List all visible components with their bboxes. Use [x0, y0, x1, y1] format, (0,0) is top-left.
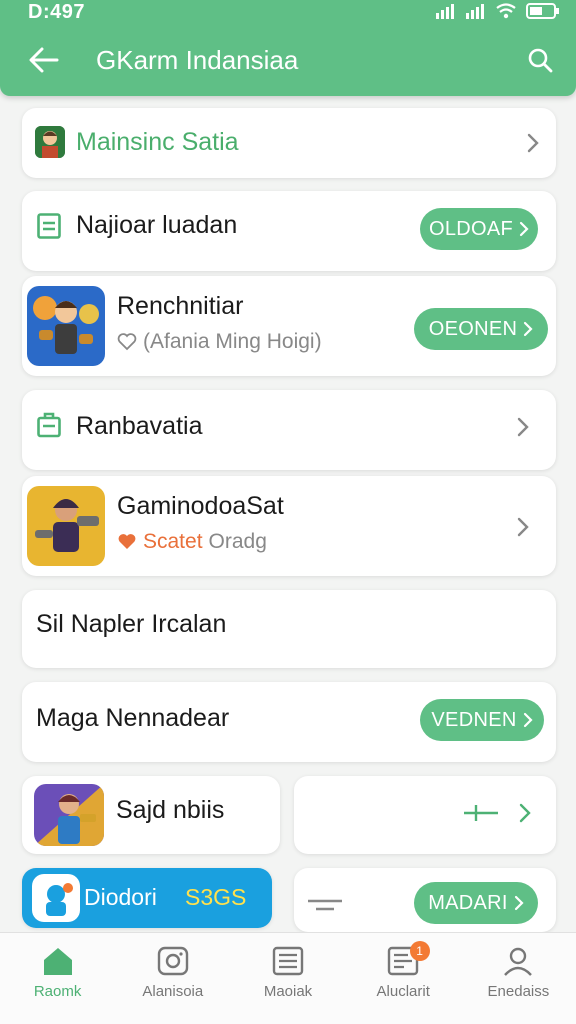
row-subtitle: (Afania Ming Hoigi): [117, 330, 322, 354]
heart-icon: [118, 534, 136, 549]
nav-label: Raomk: [33, 983, 82, 1000]
arrow-left-icon: [29, 47, 59, 73]
app-header: D:497 GKarm Indansiaa: [0, 0, 576, 96]
list-item[interactable]: Maga Nennadear VEDNEN: [22, 682, 556, 762]
row-label: Sil Napler Ircalan: [36, 610, 227, 638]
row-label: Renchnitiar: [117, 292, 244, 320]
nav-label: Alanisoia: [142, 983, 204, 1000]
chevron-right-icon: [523, 712, 533, 728]
profile-icon: [504, 947, 533, 976]
page-title: GKarm Indansiaa: [96, 45, 299, 75]
list-icon: [272, 946, 304, 976]
nav-item-list[interactable]: Maoiak: [230, 933, 345, 1024]
list-item[interactable]: [294, 776, 556, 854]
row-label: Sajd nbiis: [116, 796, 225, 824]
game-thumbnail: [34, 784, 104, 846]
game-thumbnail: [27, 486, 105, 566]
row-action-button[interactable]: VEDNEN: [420, 699, 544, 741]
subtitle-text: Oradg: [208, 530, 267, 553]
promo-label: Diodori: [84, 884, 157, 910]
chevron-right-icon[interactable]: [514, 414, 532, 440]
back-button[interactable]: [22, 42, 66, 78]
list-item[interactable]: Sajd nbiis: [22, 776, 280, 854]
nav-label: Aluclarit: [376, 983, 430, 1000]
home-icon: [43, 948, 72, 975]
search-button[interactable]: [520, 42, 560, 78]
button-label: OLDOAF: [428, 217, 514, 240]
bottom-nav: Raomk Alanisoia Maoiak 1 Aluclarit Eneda…: [0, 932, 576, 1024]
promo-banner[interactable]: Diodori S3GS: [22, 868, 272, 928]
list-item[interactable]: MADARI: [294, 868, 556, 932]
row-action-button[interactable]: OEONEN: [414, 308, 548, 350]
nav-item-camera[interactable]: Alanisoia: [115, 933, 230, 1024]
row-label: Maga Nennadear: [36, 704, 230, 732]
briefcase-icon: [37, 412, 61, 438]
nav-item-profile[interactable]: Enedaiss: [461, 933, 576, 1024]
heart-outline-icon: [117, 333, 137, 351]
subtitle-text: (Afania Ming Hoigi): [143, 330, 322, 353]
list-item[interactable]: Renchnitiar (Afania Ming Hoigi) OEONEN: [22, 276, 556, 376]
promo-icon: [32, 874, 80, 922]
row-label: Mainsinc Satia: [76, 128, 239, 156]
list-item[interactable]: Najioar luadan OLDOAF: [22, 191, 556, 271]
status-time: D:497: [28, 1, 85, 23]
button-label: OEONEN: [428, 317, 518, 340]
list-item[interactable]: Sil Napler Ircalan: [22, 590, 556, 668]
status-bar: D:497: [0, 0, 576, 26]
button-label: VEDNEN: [431, 708, 517, 731]
document-icon: [37, 213, 61, 239]
game-thumbnail: [27, 286, 105, 366]
notification-badge: 1: [409, 941, 430, 961]
signal-icon: [436, 4, 454, 19]
row-action-button[interactable]: OLDOAF: [420, 208, 538, 250]
list-item[interactable]: Mainsinc Satia: [22, 108, 556, 178]
row-subtitle: Scatet Oradg: [117, 530, 267, 554]
camera-icon: [157, 946, 188, 976]
toolbar: GKarm Indansiaa: [0, 36, 576, 86]
nav-item-home[interactable]: Raomk: [0, 933, 115, 1024]
dash-icon: [308, 899, 342, 911]
nav-item-clipboard[interactable]: 1 Aluclarit: [346, 933, 461, 1024]
list-item[interactable]: Ranbavatia: [22, 390, 556, 470]
subtitle-accent: Scatet: [143, 530, 203, 553]
wifi-icon: [496, 3, 516, 19]
slider-handle-icon: [464, 805, 498, 821]
chevron-right-icon: [524, 321, 533, 337]
game-avatar-icon: [35, 126, 65, 158]
chevron-right-icon[interactable]: [514, 514, 532, 540]
system-icons: [436, 3, 560, 19]
list-item[interactable]: GaminodoaSat Scatet Oradg: [22, 476, 556, 576]
nav-label: Maoiak: [263, 983, 313, 1000]
chevron-right-icon[interactable]: [516, 800, 534, 826]
promo-accent: S3GS: [185, 884, 247, 910]
row-label: Najioar luadan: [76, 211, 238, 239]
chevron-right-icon[interactable]: [524, 130, 542, 156]
row-label: Ranbavatia: [76, 412, 203, 440]
button-label: MADARI: [428, 891, 508, 914]
row-label: GaminodoaSat: [117, 492, 284, 520]
signal-icon-2: [466, 4, 484, 19]
chevron-right-icon: [519, 221, 529, 237]
search-icon: [528, 48, 553, 73]
battery-icon: [526, 3, 559, 19]
chevron-right-icon: [514, 895, 524, 911]
nav-label: Enedaiss: [487, 983, 550, 1000]
row-action-button[interactable]: MADARI: [414, 882, 538, 924]
